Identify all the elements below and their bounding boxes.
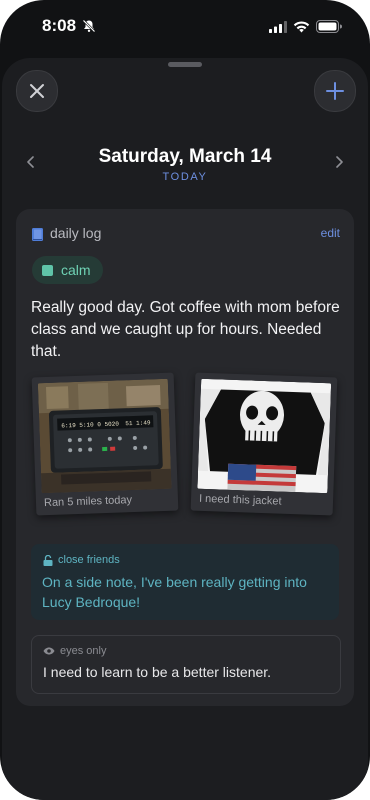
mood-color-icon	[42, 264, 53, 276]
entry-sheet: Saturday, March 14 TODAY daily log edit …	[2, 58, 368, 800]
jacket-photo	[197, 378, 332, 494]
close-friends-text: On a side note, I've been really getting…	[42, 574, 307, 610]
photo-caption-treadmill: Ran 5 miles today	[43, 494, 133, 510]
mood-label: calm	[61, 262, 91, 278]
sheet-grabber[interactable]	[168, 62, 202, 67]
wifi-icon	[293, 20, 310, 32]
status-time: 8:08	[42, 16, 77, 35]
close-icon	[30, 84, 44, 98]
add-button[interactable]	[314, 70, 356, 112]
treadmill-readout-2: 0 5020	[97, 420, 119, 428]
eyes-only-note[interactable]: eyes only I need to learn to be a better…	[31, 635, 341, 694]
book-icon	[32, 228, 43, 241]
status-bar: 8:08	[0, 0, 370, 56]
eyes-only-text: I need to learn to be a better listener.	[43, 664, 272, 680]
date-title: Saturday, March 14	[98, 146, 272, 167]
entry-card: daily log edit calm Really good day. Got…	[16, 209, 354, 706]
treadmill-readout-3: 51 1:49	[125, 419, 151, 427]
eye-icon	[43, 647, 55, 655]
close-friends-note[interactable]: close friends On a side note, I've been …	[31, 544, 339, 620]
cellular-signal-icon	[269, 20, 287, 33]
unlocked-lock-icon	[43, 554, 53, 566]
edit-link[interactable]: edit	[321, 226, 340, 240]
chevron-right-icon	[336, 156, 343, 168]
photo-card-treadmill[interactable]: 6:19 5:10 0 5020 51 1:49 Ran 5 miles tod…	[31, 372, 179, 516]
treadmill-readout-1: 6:19 5:10	[61, 421, 94, 429]
entry-text: Really good day. Got coffee with mom bef…	[31, 299, 340, 360]
plus-icon	[326, 82, 344, 100]
battery-icon	[316, 20, 342, 33]
treadmill-photo: 6:19 5:10 0 5020 51 1:49	[37, 378, 172, 494]
silent-bell-icon	[82, 19, 96, 33]
next-day-button[interactable]	[330, 152, 350, 172]
eyes-only-label: eyes only	[60, 645, 107, 657]
photo-card-jacket[interactable]: I need this jacket	[190, 372, 338, 516]
photo-caption-jacket: I need this jacket	[198, 492, 282, 508]
entry-title: daily log	[50, 225, 102, 241]
phone-frame: 8:08 Saturday, March 14 TODAY daily log …	[0, 0, 370, 800]
today-label: TODAY	[162, 171, 208, 183]
close-friends-label: close friends	[58, 554, 120, 566]
mood-tag[interactable]: calm	[32, 256, 103, 284]
close-button[interactable]	[16, 70, 58, 112]
